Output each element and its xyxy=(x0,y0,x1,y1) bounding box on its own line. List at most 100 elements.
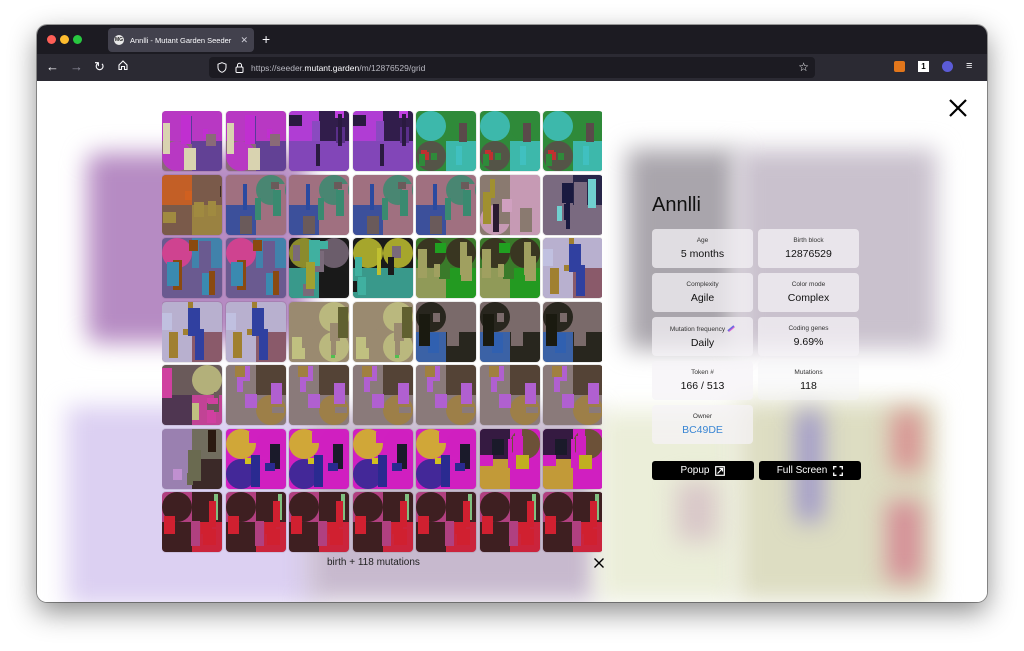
mutation-thumbnail[interactable] xyxy=(543,174,602,235)
mutation-thumbnail[interactable] xyxy=(352,428,413,489)
mutation-thumbnail[interactable] xyxy=(352,238,413,298)
stat-coding-genes: Coding genes 9.69% xyxy=(758,317,859,356)
mutation-thumbnail[interactable] xyxy=(162,365,222,425)
mutation-thumbnail[interactable] xyxy=(225,428,286,489)
mutation-thumbnail[interactable] xyxy=(416,492,476,552)
stat-label: Token # xyxy=(691,369,714,376)
seed-name: Annlli xyxy=(652,194,701,216)
mutation-thumbnail[interactable] xyxy=(479,174,540,235)
lock-icon[interactable] xyxy=(235,62,244,73)
mutation-thumbnail[interactable] xyxy=(225,492,286,552)
close-window-button[interactable] xyxy=(47,35,56,44)
stat-value: 5 months xyxy=(680,248,725,260)
mutation-thumbnail[interactable] xyxy=(289,428,349,489)
mutation-thumbnail[interactable] xyxy=(543,492,602,552)
hamburger-menu-icon[interactable]: ≡ xyxy=(966,61,977,72)
background-blur xyxy=(887,501,922,581)
stat-label: Coding genes xyxy=(788,325,829,332)
mutation-thumbnail[interactable] xyxy=(352,365,413,425)
mutation-thumbnail[interactable] xyxy=(162,301,222,362)
url-host: mutant.garden xyxy=(304,62,360,73)
stat-value: 12876529 xyxy=(785,248,832,260)
mutation-thumbnail[interactable] xyxy=(479,238,540,298)
mutation-thumbnail[interactable] xyxy=(352,301,413,362)
browser-tab[interactable]: MG Annlli - Mutant Garden Seeder ✕ xyxy=(108,28,254,52)
mutation-thumbnail[interactable] xyxy=(543,301,602,362)
tab-title: Annlli - Mutant Garden Seeder xyxy=(130,35,232,45)
maximize-window-button[interactable] xyxy=(73,35,82,44)
mutation-thumbnail[interactable] xyxy=(479,365,540,425)
home-icon[interactable] xyxy=(117,59,129,75)
stat-label: Color mode xyxy=(791,281,826,288)
mutation-thumbnail[interactable] xyxy=(289,492,349,552)
popup-expand-icon xyxy=(715,465,726,476)
mutation-thumbnail[interactable] xyxy=(162,492,222,552)
mutation-thumbnail[interactable] xyxy=(543,428,602,489)
popup-button[interactable]: Popup xyxy=(652,461,754,480)
mutation-thumbnail[interactable] xyxy=(416,238,476,298)
mutation-thumbnail[interactable] xyxy=(225,301,286,362)
mutation-thumbnail[interactable] xyxy=(225,174,286,235)
mutant-garden-icon: MG xyxy=(114,35,124,45)
mutation-thumbnail[interactable] xyxy=(352,492,413,552)
mutation-thumbnail[interactable] xyxy=(352,174,413,235)
reload-icon[interactable]: ↻ xyxy=(94,59,105,75)
mutation-thumbnail[interactable] xyxy=(543,111,602,171)
stat-label: Birth block xyxy=(793,237,824,244)
stat-value: Agile xyxy=(690,292,715,304)
fullscreen-button[interactable]: Full Screen xyxy=(759,461,861,480)
owner-link[interactable]: BC49DE xyxy=(652,424,753,436)
shield-icon[interactable] xyxy=(217,62,227,73)
stat-owner: Owner BC49DE xyxy=(652,405,753,444)
mutation-thumbnail[interactable] xyxy=(162,174,222,235)
1password-icon[interactable]: 1 xyxy=(918,61,929,72)
mutation-thumbnail[interactable] xyxy=(543,238,602,298)
minimize-window-button[interactable] xyxy=(60,35,69,44)
mutation-thumbnail[interactable] xyxy=(162,238,222,298)
mutation-thumbnail[interactable] xyxy=(416,111,476,171)
stat-mutation-frequency: Mutation frequency Daily xyxy=(652,317,753,356)
mutation-thumbnail[interactable] xyxy=(479,301,540,362)
stat-value: 166 / 513 xyxy=(680,380,725,392)
close-icon[interactable] xyxy=(947,97,969,119)
url-bar[interactable]: https://seeder.mutant.garden/m/12876529/… xyxy=(209,57,815,78)
mutation-thumbnail[interactable] xyxy=(479,428,540,489)
mutation-thumbnail[interactable] xyxy=(225,365,286,425)
mutation-thumbnail[interactable] xyxy=(289,301,349,362)
mutation-thumbnail[interactable] xyxy=(416,428,476,489)
mutation-thumbnail[interactable] xyxy=(162,111,222,171)
stat-label-text: Mutation frequency xyxy=(669,326,726,333)
mutation-thumbnail[interactable] xyxy=(479,492,540,552)
stat-color-mode: Color mode Complex xyxy=(758,273,859,312)
background-blur xyxy=(677,481,717,541)
mutation-thumbnail[interactable] xyxy=(289,238,349,298)
mutation-thumbnail[interactable] xyxy=(416,174,476,235)
mutation-thumbnail[interactable] xyxy=(225,111,286,171)
eye-extension-icon[interactable] xyxy=(942,61,953,72)
mutation-thumbnail[interactable] xyxy=(225,238,286,298)
new-tab-button[interactable]: + xyxy=(262,31,270,47)
metamask-fox-icon[interactable] xyxy=(894,61,905,72)
mutation-thumbnail[interactable] xyxy=(543,365,602,425)
mutation-thumbnail[interactable] xyxy=(416,301,476,362)
mutation-thumbnail[interactable] xyxy=(289,174,349,235)
mutation-thumbnail[interactable] xyxy=(162,428,222,489)
stat-complexity: Complexity Agile xyxy=(652,273,753,312)
stat-value: 9.69% xyxy=(793,336,824,348)
url-text[interactable]: https://seeder.mutant.garden/m/12876529/… xyxy=(251,63,425,73)
tab-close-icon[interactable]: ✕ xyxy=(240,35,248,46)
forward-arrow-icon[interactable]: → xyxy=(70,59,83,75)
mutation-thumbnail[interactable] xyxy=(416,365,476,425)
fullscreen-icon xyxy=(833,465,844,476)
mutation-thumbnail[interactable] xyxy=(479,111,540,171)
back-arrow-icon[interactable]: ← xyxy=(46,59,59,75)
stat-label: Owner xyxy=(692,413,713,420)
stat-label: Age xyxy=(696,237,709,244)
close-grid-icon[interactable] xyxy=(593,557,605,569)
mutation-grid xyxy=(162,111,602,555)
stat-token: Token # 166 / 513 xyxy=(652,361,753,400)
mutation-thumbnail[interactable] xyxy=(352,111,413,171)
mutation-thumbnail[interactable] xyxy=(289,111,349,171)
bookmark-star-icon[interactable]: ☆ xyxy=(798,60,809,74)
mutation-thumbnail[interactable] xyxy=(289,365,349,425)
